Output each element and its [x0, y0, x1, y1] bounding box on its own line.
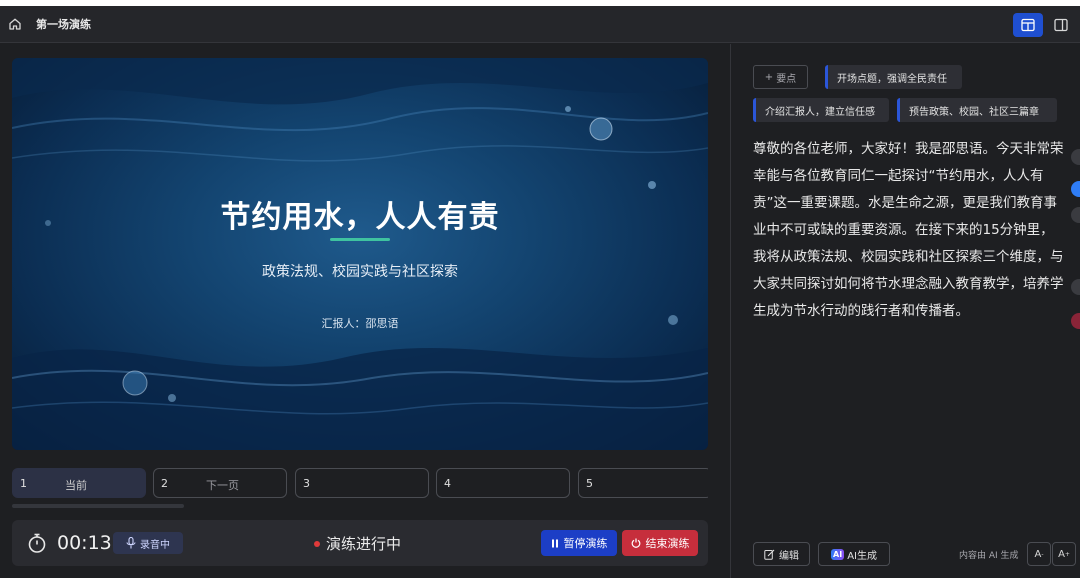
- thumbnail-number: 4: [444, 477, 451, 490]
- session-title: 第一场演练: [36, 18, 91, 31]
- thumbnail-scrollbar[interactable]: [12, 504, 184, 508]
- recording-label: 录音中: [140, 539, 170, 551]
- layout-single-icon: [1021, 18, 1035, 32]
- layout-split-icon: [1054, 18, 1068, 32]
- water-background: [12, 58, 708, 450]
- add-point-label: 要点: [776, 73, 797, 85]
- end-rehearsal-button[interactable]: 结束演练: [622, 530, 698, 556]
- end-label: 结束演练: [645, 537, 690, 550]
- font-decrease-label: A: [1034, 548, 1042, 560]
- thumbnail-5[interactable]: 5: [578, 468, 708, 498]
- layout-split-button[interactable]: [1046, 13, 1076, 37]
- slide-preview: 节约用水，人人有责 政策法规、校园实践与社区探索 汇报人：邵思语: [12, 58, 708, 450]
- thumbnail-label: 当前: [65, 479, 87, 492]
- rehearsal-controls: 00:13 录音中 演练进行中 暂停演练 结束演练: [12, 520, 708, 566]
- speaker-notes-panel: + 要点 开场点题，强调全民责任 介绍汇报人，建立信任感 预告政策、校园、社区三…: [731, 44, 1080, 578]
- font-decrease-button[interactable]: A-: [1027, 542, 1051, 566]
- ai-disclaimer: 内容由 AI 生成: [959, 551, 1019, 561]
- side-translate-icon[interactable]: [1071, 313, 1080, 329]
- layout-single-button[interactable]: [1013, 13, 1043, 37]
- elapsed-timer: 00:13: [57, 532, 112, 554]
- thumbnail-3[interactable]: 3: [295, 468, 429, 498]
- status-text: 演练进行中: [326, 535, 402, 553]
- slide-subtitle: 政策法规、校园实践与社区探索: [262, 264, 458, 280]
- thumbnail-4[interactable]: 4: [436, 468, 570, 498]
- ai-generate-button[interactable]: AI AI生成: [818, 542, 890, 566]
- top-bar: 第一场演练: [0, 6, 1080, 43]
- speech-script: 尊敬的各位老师，大家好！我是邵思语。今天非常荣幸能与各位教育同仁一起探讨“节约用…: [753, 141, 1064, 319]
- key-point-tag[interactable]: 介绍汇报人，建立信任感: [753, 98, 889, 122]
- plus-icon: +: [764, 71, 774, 83]
- slide-presenter: 汇报人：邵思语: [321, 317, 399, 330]
- pause-icon: [551, 539, 558, 547]
- stopwatch-icon: [28, 533, 46, 553]
- pause-rehearsal-button[interactable]: 暂停演练: [541, 530, 617, 556]
- edit-icon: [764, 549, 775, 560]
- side-settings-icon[interactable]: [1071, 207, 1080, 223]
- thumbnail-number: 3: [303, 477, 310, 490]
- rehearsal-status: 演练进行中: [314, 533, 401, 554]
- thumbnail-label: 下一页: [206, 479, 239, 492]
- thumbnail-number: 2: [161, 477, 168, 490]
- thumbnail-number: 1: [20, 477, 27, 490]
- pause-label: 暂停演练: [563, 537, 608, 550]
- power-icon: [631, 538, 640, 548]
- thumbnail-1[interactable]: 1 当前: [12, 468, 146, 498]
- ai-generate-label: AI生成: [847, 550, 877, 562]
- font-increase-label: A: [1058, 548, 1065, 560]
- side-grid-icon[interactable]: [1071, 279, 1080, 295]
- font-increase-button[interactable]: A +: [1052, 542, 1076, 566]
- key-point-tag[interactable]: 开场点题，强调全民责任: [825, 65, 962, 89]
- floating-side-toolbar: [1070, 147, 1080, 347]
- thumbnail-2[interactable]: 2 下一页: [153, 468, 287, 498]
- key-point-tag[interactable]: 预告政策、校园、社区三篇章: [897, 98, 1057, 122]
- key-point-text: 介绍汇报人，建立信任感: [765, 106, 875, 118]
- side-tool-icon[interactable]: [1071, 149, 1080, 165]
- thumbnail-number: 5: [586, 477, 593, 490]
- edit-button[interactable]: 编辑: [753, 542, 810, 566]
- slide-thumbnails: 1 当前 2 下一页 3 4 5: [12, 468, 708, 498]
- title-underline: [330, 238, 390, 241]
- edit-label: 编辑: [779, 550, 799, 562]
- recording-indicator[interactable]: 录音中: [113, 532, 183, 554]
- slide-title: 节约用水，人人有责: [220, 200, 500, 235]
- add-point-button[interactable]: + 要点: [753, 65, 808, 89]
- side-assistant-icon[interactable]: [1071, 181, 1080, 197]
- home-icon[interactable]: [7, 16, 23, 32]
- ai-badge-icon: AI: [831, 548, 845, 560]
- live-dot-icon: [314, 540, 320, 547]
- key-point-text: 预告政策、校园、社区三篇章: [909, 106, 1039, 118]
- presentation-panel: 节约用水，人人有责 政策法规、校园实践与社区探索 汇报人：邵思语 1 当前 2 …: [0, 44, 730, 578]
- key-point-text: 开场点题，强调全民责任: [837, 73, 947, 85]
- microphone-icon: [126, 537, 136, 549]
